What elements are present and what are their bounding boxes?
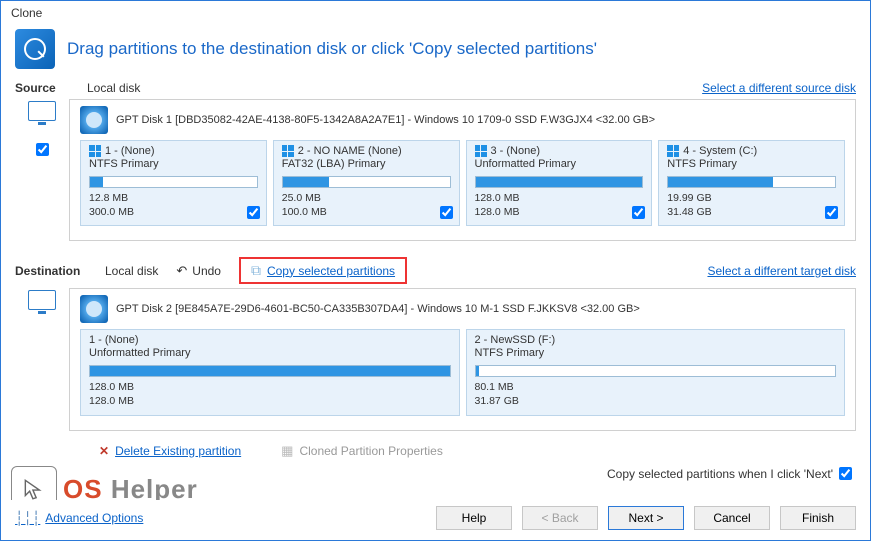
source-label: Source [15,81,87,95]
finish-button[interactable]: Finish [780,506,856,530]
clone-icon [15,29,55,69]
destination-side-col [15,288,69,430]
destination-section-header: Destination Local disk ↶ Undo ⧉ Copy sel… [1,249,870,286]
partition[interactable]: 2 - NewSSD (F:)NTFS Primary 80.1 MB31.87 … [466,329,846,415]
usage-bar [89,365,451,377]
partition-checkbox[interactable] [825,206,838,219]
copy-on-next-row: Copy selected partitions when I click 'N… [1,463,870,485]
partition-type: FAT32 (LBA) Primary [282,158,451,170]
partition-type: NTFS Primary [667,158,836,170]
undo-label: Undo [192,264,221,278]
partition-checkbox[interactable] [247,206,260,219]
delete-existing-partition[interactable]: ✕ Delete Existing partition [99,443,241,459]
footer: ┆╎┆ Advanced Options Help < Back Next > … [1,500,870,540]
partition-type: Unformatted Primary [89,347,451,359]
partition[interactable]: 4 - System (C:)NTFS Primary 19.99 GB31.48… [658,140,845,226]
copy-icon: ⧉ [251,262,261,279]
undo-icon: ↶ [176,263,187,279]
partition[interactable]: 2 - NO NAME (None)FAT32 (LBA) Primary 25.… [273,140,460,226]
delete-x-icon: ✕ [99,444,109,458]
partition-title: 1 - (None) [89,145,258,157]
source-disk-checkbox[interactable] [36,143,49,156]
partition[interactable]: 1 - (None)NTFS Primary 12.8 MB300.0 MB [80,140,267,226]
window-title: Clone [1,1,870,25]
partition-type: NTFS Primary [89,158,258,170]
hdd-icon [80,106,108,134]
partition-checkbox[interactable] [632,206,645,219]
source-location: Local disk [87,81,140,95]
usage-bar [475,176,644,188]
delete-existing-partition-label: Delete Existing partition [115,444,241,458]
partition-type: NTFS Primary [475,347,837,359]
sliders-icon: ┆╎┆ [15,510,40,527]
destination-location: Local disk [105,264,158,278]
source-disk-panel: GPT Disk 1 [DBD35082-42AE-4138-80F5-1342… [69,99,856,241]
partition-title: 4 - System (C:) [667,145,836,157]
advanced-options-link[interactable]: ┆╎┆ Advanced Options [15,510,143,527]
copy-selected-highlight: ⧉ Copy selected partitions [239,257,407,284]
advanced-options-label: Advanced Options [45,511,143,525]
destination-disk-area: GPT Disk 2 [9E845A7E-29D6-4601-BC50-CA33… [1,286,870,438]
partition[interactable]: 1 - (None)Unformatted Primary 128.0 MB128… [80,329,460,415]
windows-icon [89,145,101,157]
partition-type: Unformatted Primary [475,158,644,170]
windows-icon [475,145,487,157]
partition-sizes: 80.1 MB31.87 GB [475,381,837,408]
properties-icon: ▦ [281,443,293,459]
destination-label: Destination [15,264,87,278]
hdd-icon [80,295,108,323]
partition-title: 1 - (None) [89,334,451,346]
select-different-source-link[interactable]: Select a different source disk [702,81,856,95]
monitor-icon [28,101,56,121]
partition-sizes: 19.99 GB31.48 GB [667,192,836,219]
partition-sizes: 128.0 MB128.0 MB [89,381,451,408]
partition[interactable]: 3 - (None)Unformatted Primary 128.0 MB128… [466,140,653,226]
windows-icon [282,145,294,157]
undo-button[interactable]: ↶ Undo [176,263,221,279]
destination-disk-header: GPT Disk 2 [9E845A7E-29D6-4601-BC50-CA33… [80,295,845,323]
copy-on-next-checkbox[interactable] [839,467,852,480]
partition-title: 2 - NO NAME (None) [282,145,451,157]
select-different-target-link[interactable]: Select a different target disk [707,264,856,278]
usage-bar [89,176,258,188]
partition-title: 2 - NewSSD (F:) [475,334,837,346]
monitor-icon [28,290,56,310]
cancel-button[interactable]: Cancel [694,506,770,530]
cloned-partition-properties: ▦ Cloned Partition Properties [281,443,443,459]
header: Drag partitions to the destination disk … [1,25,870,79]
partition-title: 3 - (None) [475,145,644,157]
header-text: Drag partitions to the destination disk … [67,39,597,59]
source-disk-title: GPT Disk 1 [DBD35082-42AE-4138-80F5-1342… [116,114,655,126]
copy-on-next-label: Copy selected partitions when I click 'N… [607,467,833,481]
source-disk-header: GPT Disk 1 [DBD35082-42AE-4138-80F5-1342… [80,106,845,134]
next-button[interactable]: Next > [608,506,684,530]
partition-sizes: 128.0 MB128.0 MB [475,192,644,219]
cloned-partition-properties-label: Cloned Partition Properties [299,444,442,458]
source-side-col [15,99,69,241]
usage-bar [282,176,451,188]
usage-bar [667,176,836,188]
source-section-header: Source Local disk Select a different sou… [1,79,870,97]
usage-bar [475,365,837,377]
footer-buttons: Help < Back Next > Cancel Finish [436,506,856,530]
partition-sizes: 12.8 MB300.0 MB [89,192,258,219]
partition-sizes: 25.0 MB100.0 MB [282,192,451,219]
destination-disk-title: GPT Disk 2 [9E845A7E-29D6-4601-BC50-CA33… [116,303,640,315]
back-button[interactable]: < Back [522,506,598,530]
destination-disk-panel: GPT Disk 2 [9E845A7E-29D6-4601-BC50-CA33… [69,288,856,430]
source-disk-area: GPT Disk 1 [DBD35082-42AE-4138-80F5-1342… [1,97,870,249]
partition-actions-row: ✕ Delete Existing partition ▦ Cloned Par… [1,439,870,463]
copy-selected-partitions-link[interactable]: Copy selected partitions [267,264,395,278]
partition-checkbox[interactable] [440,206,453,219]
windows-icon [667,145,679,157]
help-button[interactable]: Help [436,506,512,530]
